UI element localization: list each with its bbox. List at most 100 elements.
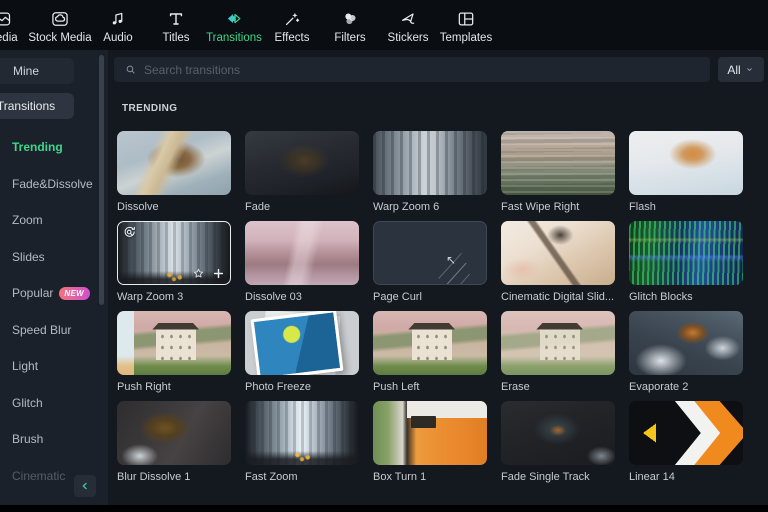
transition-thumbnail[interactable] <box>629 311 743 375</box>
transition-label: Warp Zoom 6 <box>373 201 440 213</box>
sidebar-item-trending[interactable]: Trending <box>0 129 108 166</box>
sidebar-item-light[interactable]: Light <box>0 348 108 385</box>
toolbar-item-stock-media[interactable]: Stock Media <box>28 9 92 44</box>
transition-thumbnail[interactable] <box>117 221 231 285</box>
collapse-sidebar-button[interactable] <box>74 475 96 497</box>
transition-thumbnail[interactable] <box>373 221 487 285</box>
sidebar-item-label: Speed Blur <box>12 322 72 337</box>
transition-card-cinematic-digital-slid: Cinematic Digital Slid... <box>501 221 615 303</box>
app-window: Media Stock Media Audio Titles Transitio… <box>0 0 768 512</box>
toolbar-item-media[interactable]: Media <box>0 9 31 44</box>
transition-label: Warp Zoom 3 <box>117 291 184 303</box>
transition-card-warp-zoom-6: Warp Zoom 6 <box>373 131 487 213</box>
transition-card-box-turn-1: Box Turn 1 <box>373 401 487 483</box>
transition-label: Fade <box>245 201 271 213</box>
toolbar-item-label: Stickers <box>387 32 429 44</box>
stock-media-icon <box>50 9 70 29</box>
transition-thumbnail[interactable] <box>245 221 359 285</box>
toolbar-item-audio[interactable]: Audio <box>89 9 147 44</box>
sidebar-item-zoom[interactable]: Zoom <box>0 202 108 239</box>
transition-label: Push Right <box>117 381 171 393</box>
preview-loop-icon[interactable] <box>122 225 137 240</box>
transition-thumbnail[interactable] <box>629 131 743 195</box>
sidebar-tab-mine[interactable]: Mine <box>0 58 74 84</box>
toolbar-item-stickers[interactable]: Stickers <box>379 9 437 44</box>
transition-thumbnail[interactable] <box>501 311 615 375</box>
sidebar-item-slides[interactable]: Slides <box>0 239 108 276</box>
sidebar-item-brush[interactable]: Brush <box>0 421 108 458</box>
toolbar-item-transitions[interactable]: Transitions <box>205 9 263 44</box>
transition-thumbnail[interactable] <box>245 311 359 375</box>
toolbar-item-titles[interactable]: Titles <box>147 9 205 44</box>
chevron-down-icon <box>744 64 755 75</box>
transition-label: Flash <box>629 201 656 213</box>
transition-thumbnail[interactable] <box>501 131 615 195</box>
effects-icon <box>282 9 302 29</box>
transition-card-photo-freeze: Photo Freeze <box>245 311 359 393</box>
section-title: TRENDING <box>122 103 178 114</box>
transition-thumbnail[interactable] <box>501 401 615 465</box>
transition-thumbnail[interactable] <box>629 401 743 465</box>
transition-card-blur-dissolve-1: Blur Dissolve 1 <box>117 401 231 483</box>
transition-label: Linear 14 <box>629 471 675 483</box>
sidebar-scrollbar[interactable] <box>99 55 104 305</box>
sidebar-nav: Trending Fade&Dissolve Zoom Slides Popul… <box>0 129 108 494</box>
sidebar-item-glitch[interactable]: Glitch <box>0 385 108 422</box>
top-toolbar: Media Stock Media Audio Titles Transitio… <box>0 0 768 50</box>
toolbar-item-filters[interactable]: Filters <box>321 9 379 44</box>
transition-card-page-curl: Page Curl <box>373 221 487 303</box>
transition-thumbnail[interactable] <box>117 401 231 465</box>
transition-card-fast-wipe-right: Fast Wipe Right <box>501 131 615 213</box>
sidebar-item-label: Cinematic <box>12 468 66 483</box>
transition-card-dissolve: Dissolve <box>117 131 231 213</box>
media-icon <box>0 9 12 29</box>
transition-card-glitch-blocks: Glitch Blocks <box>629 221 743 303</box>
stickers-icon <box>398 9 418 29</box>
bottom-bar <box>0 505 768 512</box>
toolbar-item-templates[interactable]: Templates <box>437 9 495 44</box>
sidebar-tab-transitions[interactable]: Transitions <box>0 93 74 119</box>
transition-thumbnail[interactable] <box>245 131 359 195</box>
sidebar-item-fade-dissolve[interactable]: Fade&Dissolve <box>0 166 108 203</box>
new-badge: NEW <box>59 286 90 300</box>
search-row: All <box>114 57 764 82</box>
filter-value: All <box>727 62 741 77</box>
search-input-wrap[interactable] <box>114 57 710 82</box>
transition-thumbnail[interactable] <box>373 401 487 465</box>
transition-thumbnail[interactable] <box>373 311 487 375</box>
templates-icon <box>456 9 476 29</box>
sidebar-item-speed-blur[interactable]: Speed Blur <box>0 312 108 349</box>
sidebar-item-label: Glitch <box>12 395 43 410</box>
transition-label: Fade Single Track <box>501 471 590 483</box>
transition-label: Push Left <box>373 381 420 393</box>
transition-thumbnail[interactable] <box>117 311 231 375</box>
filters-icon <box>340 9 360 29</box>
transition-thumbnail[interactable] <box>629 221 743 285</box>
body: Mine Transitions Trending Fade&Dissolve Z… <box>0 50 768 505</box>
transition-thumbnail[interactable] <box>245 401 359 465</box>
transition-card-erase: Erase <box>501 311 615 393</box>
titles-icon <box>166 9 186 29</box>
toolbar-item-label: Transitions <box>206 32 262 44</box>
sidebar-item-popular[interactable]: Popular NEW <box>0 275 108 312</box>
transition-label: Fast Zoom <box>245 471 298 483</box>
toolbar-item-label: Titles <box>162 32 190 44</box>
search-input[interactable] <box>144 62 700 77</box>
transition-label: Cinematic Digital Slid... <box>501 291 615 303</box>
toolbar-item-label: Templates <box>439 32 493 44</box>
transition-card-linear-14: Linear 14 <box>629 401 743 483</box>
sidebar: Mine Transitions Trending Fade&Dissolve Z… <box>0 50 108 505</box>
transition-label: Erase <box>501 381 530 393</box>
favorite-star-icon[interactable] <box>191 266 206 281</box>
transition-thumbnail[interactable] <box>373 131 487 195</box>
add-plus-icon[interactable] <box>211 266 226 281</box>
filter-dropdown[interactable]: All <box>718 57 764 82</box>
transitions-icon <box>224 9 244 29</box>
audio-icon <box>108 9 128 29</box>
transition-card-evaporate-2: Evaporate 2 <box>629 311 743 393</box>
transition-thumbnail[interactable] <box>501 221 615 285</box>
transition-card-fast-zoom: Fast Zoom <box>245 401 359 483</box>
transition-thumbnail[interactable] <box>117 131 231 195</box>
toolbar-item-effects[interactable]: Effects <box>263 9 321 44</box>
transition-label: Glitch Blocks <box>629 291 693 303</box>
